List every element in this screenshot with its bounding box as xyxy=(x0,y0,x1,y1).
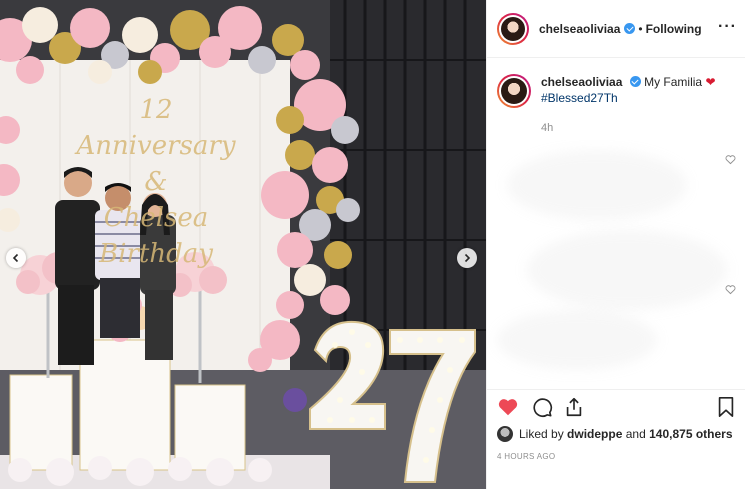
caption-row: chelseaoliviaa My Familia ❤ #Blessed27Th… xyxy=(487,58,745,136)
verified-icon xyxy=(624,23,636,34)
chevron-right-icon xyxy=(464,253,471,263)
author-username[interactable]: chelseaoliviaa xyxy=(539,22,620,36)
liked-by-joiner: and xyxy=(625,427,646,441)
comment-like-icon[interactable] xyxy=(725,154,736,165)
bookmark-icon[interactable] xyxy=(716,396,736,418)
banner-line-1: 12 Anniversary xyxy=(76,95,236,161)
more-options-icon[interactable]: ··· xyxy=(718,18,737,36)
heart-icon[interactable] xyxy=(497,396,519,418)
header-separator: • xyxy=(638,21,643,36)
share-icon[interactable] xyxy=(563,396,585,418)
verified-icon xyxy=(629,76,641,87)
likes-count-link[interactable]: 140,875 others xyxy=(649,427,732,441)
comment-like-icon[interactable] xyxy=(725,284,736,295)
post-actions: Liked by dwideppe and 140,875 others 4 H… xyxy=(487,389,745,489)
comment-icon[interactable] xyxy=(531,396,553,418)
liker-username[interactable]: dwideppe xyxy=(567,427,622,441)
liked-by-row: Liked by dwideppe and 140,875 others xyxy=(497,426,733,442)
post-side-panel: chelseaoliviaa • Following ··· chelseaol… xyxy=(486,0,745,489)
caption-age: 4h xyxy=(541,122,554,134)
post-timestamp[interactable]: 4 HOURS AGO xyxy=(497,452,555,461)
liked-by-prefix: Liked by xyxy=(519,427,564,441)
red-heart-emoji-icon: ❤ xyxy=(705,75,716,89)
caption-hashtag[interactable]: #Blessed27Th xyxy=(541,90,716,106)
previous-photo-button[interactable] xyxy=(6,248,26,268)
caption-text: My Familia xyxy=(644,75,703,89)
caption-username[interactable]: chelseaoliviaa xyxy=(541,75,622,89)
author-avatar[interactable] xyxy=(497,12,529,45)
liker-avatar[interactable] xyxy=(497,426,513,442)
banner-line-3: Chelsea xyxy=(103,203,209,233)
banner-line-4: Birthday xyxy=(99,239,213,269)
banner-line-2: & xyxy=(144,167,168,197)
following-button[interactable]: Following xyxy=(646,22,702,36)
post-header: chelseaoliviaa • Following ··· xyxy=(487,0,745,58)
blurred-comments-area xyxy=(487,140,745,390)
caption-avatar[interactable] xyxy=(497,74,531,108)
next-photo-button[interactable] xyxy=(457,248,477,268)
photo-banner-text: 12 Anniversary & Chelsea Birthday xyxy=(66,92,246,272)
action-icon-row xyxy=(497,396,736,422)
chevron-left-icon xyxy=(12,253,19,263)
post-photo[interactable]: 12 Anniversary & Chelsea Birthday xyxy=(0,0,486,489)
caption-body: chelseaoliviaa My Familia ❤ #Blessed27Th… xyxy=(541,74,716,136)
